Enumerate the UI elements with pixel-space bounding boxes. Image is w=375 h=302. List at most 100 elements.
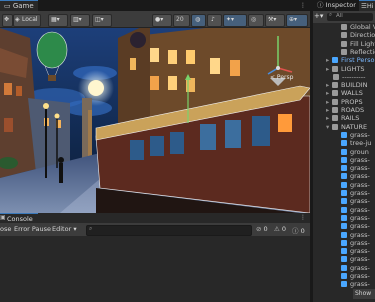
hierarchy-item[interactable]: grass- [313, 189, 375, 197]
hierarchy-item[interactable]: grass- [313, 264, 375, 272]
grey-cube-icon [332, 82, 338, 89]
hierarchy-item[interactable]: ▸ RAILS [313, 114, 375, 122]
2d-toggle-button[interactable]: 20 [173, 14, 190, 27]
console-toolbar: ose Error Pause Editor ▾ ⌕ ⊘ 0 ⚠ 0 ⓘ 0 [0, 223, 310, 236]
hierarchy-item-label: grass- [350, 213, 370, 222]
console-tab[interactable]: ▣ Console [0, 213, 38, 223]
hierarchy-item[interactable]: Reflection [313, 48, 375, 56]
grid-snap-button[interactable]: ▦▾ [48, 14, 68, 27]
hierarchy-list: Global VoDirectionFill LightReflection▸F… [313, 23, 375, 298]
blue-cube-icon [341, 165, 347, 172]
hierarchy-item-label: PROPS [341, 97, 363, 106]
show-button[interactable]: Show [353, 289, 375, 299]
console-search-input[interactable]: ⌕ [86, 225, 252, 236]
hierarchy-item-label: RAILS [341, 114, 360, 123]
transform-tool-button[interactable]: ✥ [2, 14, 13, 27]
grey-cube-icon [332, 123, 338, 130]
hierarchy-item[interactable]: grass- [313, 247, 375, 255]
hierarchy-item[interactable]: ▸ BUILDIN [313, 81, 375, 89]
gizmos-button[interactable]: ⊕▾ [286, 14, 308, 27]
persp-label[interactable]: < Persp [270, 74, 293, 81]
hierarchy-item[interactable]: grass- [313, 272, 375, 280]
lighting-toggle-button[interactable]: ◍ [191, 14, 206, 27]
blue-cube-icon [341, 281, 347, 288]
blue-cube-icon [341, 248, 347, 255]
effects-button[interactable]: ✦▾ [223, 14, 247, 27]
local-space-icon: ◈ [15, 16, 20, 23]
blue-cube-icon [341, 214, 347, 221]
error-count-toggle[interactable]: ⊘ 0 [256, 225, 268, 233]
editor-dropdown[interactable]: Editor ▾ [52, 225, 77, 233]
scene-view[interactable]: < Persp [0, 28, 310, 213]
clear-button[interactable]: ose [0, 225, 11, 233]
hierarchy-item[interactable]: grass- [313, 280, 375, 288]
hierarchy-item[interactable]: grass- [313, 231, 375, 239]
add-button[interactable]: +▾ [314, 12, 323, 20]
audio-toggle-button[interactable]: ♪ [207, 14, 222, 27]
log-count-toggle[interactable]: ⓘ 0 [292, 225, 305, 235]
hierarchy-item[interactable]: tree-ju [313, 139, 375, 147]
hierarchy-item[interactable]: ▸ WALLS [313, 89, 375, 97]
hierarchy-search-input[interactable]: ⌕ All [327, 12, 373, 21]
blue-cube-icon [341, 256, 347, 263]
hierarchy-item[interactable]: grass- [313, 239, 375, 247]
more-options-icon[interactable]: ⋮ [300, 0, 306, 11]
hierarchy-item[interactable]: grass- [313, 172, 375, 180]
pivot-space-dropdown[interactable]: ◈ Local [13, 14, 41, 27]
hierarchy-item-label: grass- [350, 263, 370, 272]
hierarchy-item[interactable]: grass- [313, 222, 375, 230]
move-icon: ✥ [4, 16, 10, 23]
hierarchy-item[interactable]: grass- [313, 255, 375, 263]
view-options-button[interactable]: ◫▾ [92, 14, 112, 27]
console-more-options-icon[interactable]: ⋮ [300, 212, 306, 223]
hierarchy-item[interactable]: grass- [313, 181, 375, 189]
hierarchy-item-label: BUILDIN [341, 81, 368, 90]
hierarchy-item[interactable]: Direction [313, 31, 375, 39]
tools-icon: ⚒▾ [268, 16, 277, 23]
hierarchy-item[interactable]: grass- [313, 131, 375, 139]
hierarchy-item-label: grass- [350, 164, 370, 173]
tools-button[interactable]: ⚒▾ [265, 14, 285, 27]
hierarchy-item-label: Direction [350, 31, 375, 40]
shading-mode-button[interactable]: ●▾ [152, 14, 172, 27]
increment-snap-button[interactable]: ▥▾ [70, 14, 90, 27]
hierarchy-item[interactable]: ▾ NATURE [313, 123, 375, 131]
hierarchy-item-label: grass- [350, 155, 370, 164]
blue-cube-icon [341, 223, 347, 230]
grey-cube-icon [341, 24, 347, 30]
hierarchy-item-label: grass- [350, 280, 370, 289]
hierarchy-item[interactable]: groun [313, 148, 375, 156]
search-placeholder: All [336, 13, 343, 19]
grey-cube-icon [341, 32, 347, 39]
hierarchy-item-label: ---------- [342, 72, 366, 81]
hierarchy-item[interactable]: grass- [313, 206, 375, 214]
hierarchy-item-label: grass- [350, 222, 370, 231]
hierarchy-item[interactable]: grass- [313, 164, 375, 172]
hidden-objects-button[interactable]: ◎ [248, 14, 264, 27]
hierarchy-item[interactable]: Fill Light [313, 40, 375, 48]
hierarchy-item[interactable]: grass- [313, 156, 375, 164]
console-icon: ▣ [0, 214, 6, 221]
grey-cube-icon [333, 73, 339, 80]
effects-icon: ✦▾ [226, 16, 235, 23]
hierarchy-item[interactable]: ▸ LIGHTS [313, 65, 375, 73]
blue-cube-icon [341, 198, 347, 205]
warning-count-toggle[interactable]: ⚠ 0 [274, 225, 286, 233]
error-pause-button[interactable]: Error Pause [14, 225, 51, 233]
2d-label: 20 [176, 16, 184, 23]
blue-cube-icon [341, 273, 347, 279]
tab-inspector[interactable]: ⓘ Inspector [317, 0, 356, 11]
blue-cube-icon [341, 131, 347, 138]
light-bulb-icon: ◍ [195, 16, 201, 23]
hierarchy-item[interactable]: ▸ First Perso [313, 56, 375, 64]
audio-icon: ♪ [211, 16, 215, 23]
hierarchy-item-label: tree-ju [350, 139, 372, 148]
hierarchy-item[interactable]: grass- [313, 214, 375, 222]
error-icon: ⊘ [256, 225, 262, 233]
hierarchy-item[interactable]: ▸ ROADS [313, 106, 375, 114]
hierarchy-item[interactable]: grass- [313, 197, 375, 205]
hierarchy-item[interactable]: Global Vo [313, 23, 375, 31]
hierarchy-item[interactable]: ▸ PROPS [313, 98, 375, 106]
hierarchy-item[interactable]: ---------- [313, 73, 375, 81]
search-icon: ⌕ [89, 225, 93, 232]
